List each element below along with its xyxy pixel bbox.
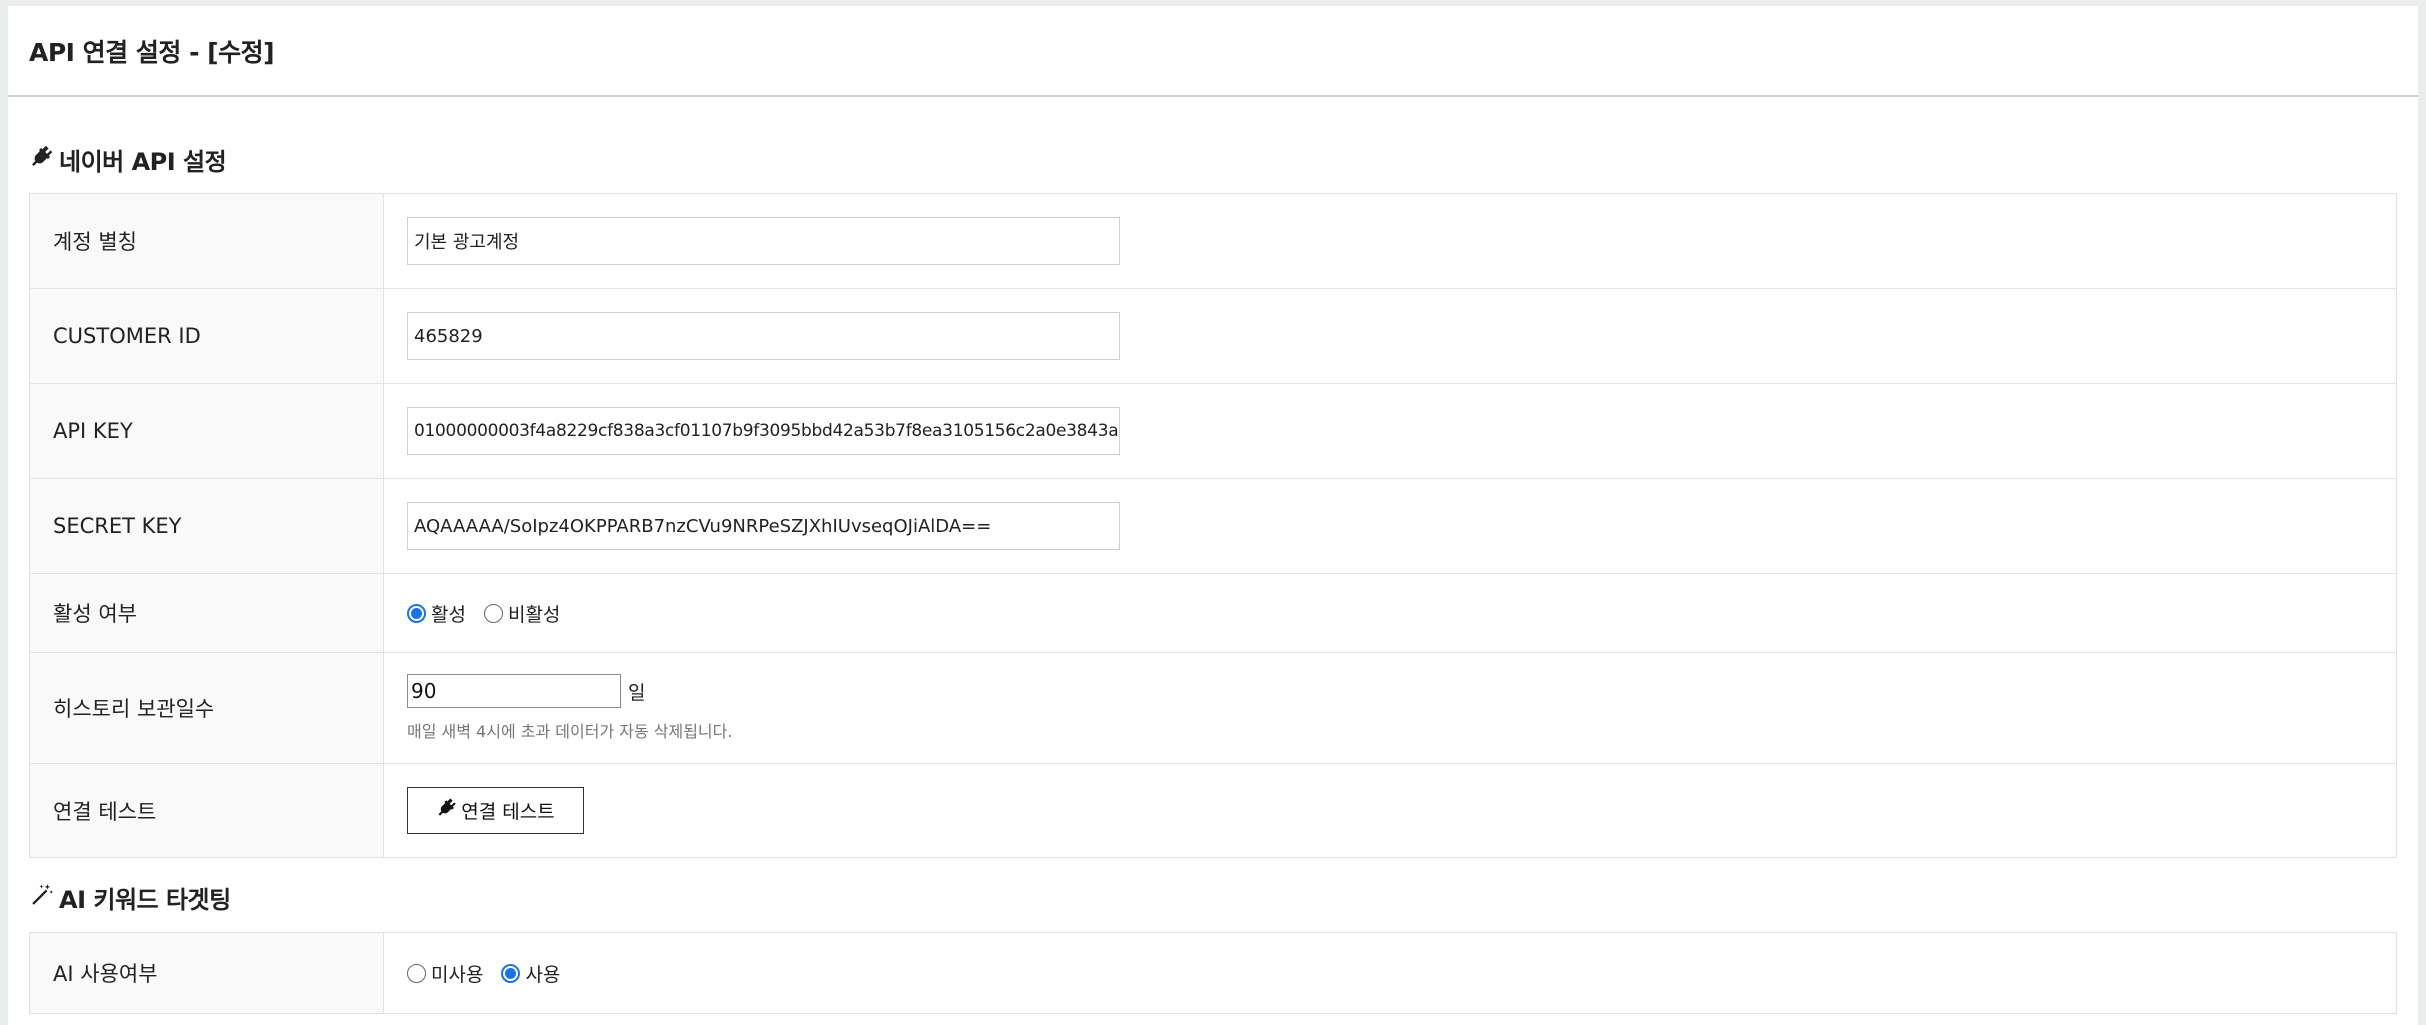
active-option-off[interactable]: 비활성 [483,600,561,627]
ai-usage-option-off[interactable]: 미사용 [407,960,483,987]
secret-key-label: SECRET KEY [30,479,384,573]
ai-usage-on-radio[interactable] [501,963,521,983]
connection-test-button[interactable]: 연결 테스트 [407,787,584,834]
ai-usage-option-on[interactable]: 사용 [501,960,560,987]
row-ai-usage: AI 사용여부 미사용 사용 [30,933,2396,1013]
connection-test-label: 연결 테스트 [30,764,384,857]
ai-usage-label: AI 사용여부 [30,933,384,1013]
history-days-unit: 일 [628,681,646,704]
naver-section-label: 네이버 API 설정 [59,148,227,176]
api-key-label: API KEY [30,384,384,478]
row-active: 활성 여부 활성 비활성 [30,574,2396,653]
active-on-label: 활성 [431,603,466,626]
row-history: 히스토리 보관일수 90 일 매일 새벽 4시에 초과 데이터가 자동 삭제됩니… [30,653,2396,764]
active-off-label: 비활성 [507,603,561,626]
history-days-input[interactable]: 90 [407,674,621,708]
plug-icon [436,797,461,824]
active-option-on[interactable]: 활성 [407,600,466,627]
ai-section-label: AI 키워드 타겟팅 [59,886,231,914]
history-help-text: 매일 새벽 4시에 초과 데이터가 자동 삭제됩니다. [407,722,733,741]
ai-usage-off-radio[interactable] [407,963,426,983]
ai-settings-table: AI 사용여부 미사용 사용 [29,932,2397,1014]
history-label: 히스토리 보관일수 [30,653,384,763]
secret-key-input[interactable]: AQAAAAA/SoIpz4OKPPARB7nzCVu9NRPeSZJXhIUv… [407,502,1120,550]
customer-id-label: CUSTOMER ID [30,289,384,383]
naver-settings-table: 계정 별칭 기본 광고계정 CUSTOMER ID 465829 API KEY… [29,193,2397,858]
row-customer-id: CUSTOMER ID 465829 [30,289,2396,384]
active-on-radio[interactable] [407,603,426,623]
account-alias-label: 계정 별칭 [30,194,384,288]
plug-icon [29,144,59,176]
api-settings-page: API 연결 설정 - [수정] 네이버 API 설정 계정 별칭 기본 광고계… [8,6,2418,1025]
active-radio-group: 활성 비활성 [407,600,2396,627]
row-secret-key: SECRET KEY AQAAAAA/SoIpz4OKPPARB7nzCVu9N… [30,479,2396,574]
naver-section-title: 네이버 API 설정 [29,142,227,177]
page-title: API 연결 설정 - [수정] [29,37,275,67]
api-key-input[interactable]: 01000000003f4a8229cf838a3cf01107b9f3095b… [407,407,1120,455]
page-header: API 연결 설정 - [수정] [8,6,2418,97]
ai-usage-on-label: 사용 [525,963,561,986]
ai-usage-radio-group: 미사용 사용 [407,960,2396,987]
row-connection-test: 연결 테스트 연결 테스트 [30,764,2396,857]
ai-section-title: AI 키워드 타겟팅 [29,880,231,915]
magic-wand-icon [29,882,59,914]
active-label: 활성 여부 [30,574,384,652]
active-off-radio[interactable] [483,603,503,623]
connection-test-button-label: 연결 테스트 [461,801,555,823]
customer-id-input[interactable]: 465829 [407,312,1120,360]
account-alias-input[interactable]: 기본 광고계정 [407,217,1120,265]
row-api-key: API KEY 01000000003f4a8229cf838a3cf01107… [30,384,2396,479]
ai-usage-off-label: 미사용 [431,963,484,986]
row-account-alias: 계정 별칭 기본 광고계정 [30,194,2396,289]
